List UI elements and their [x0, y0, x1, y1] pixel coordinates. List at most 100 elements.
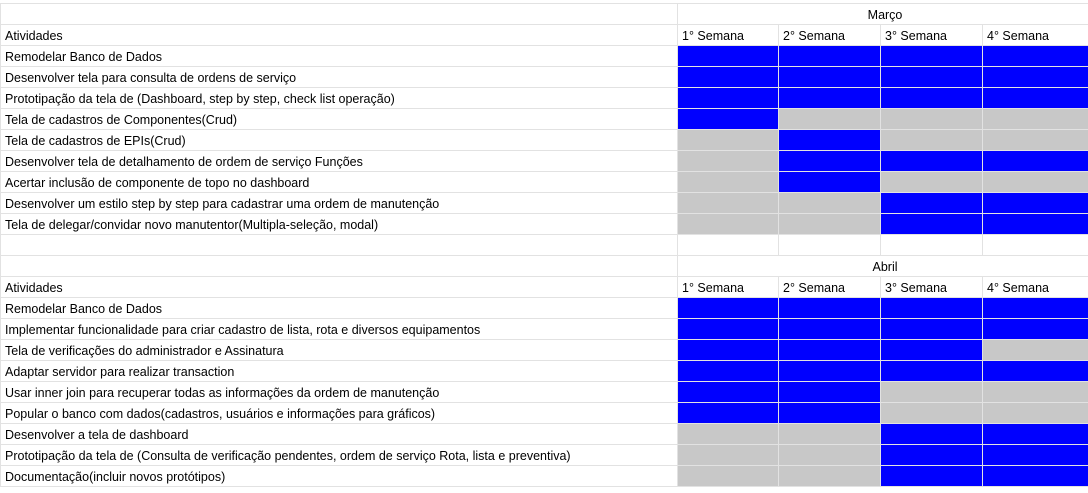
week-2-cell[interactable] — [779, 214, 881, 235]
week-3-cell[interactable] — [881, 130, 983, 151]
week-1-cell[interactable] — [678, 424, 779, 445]
week-4-cell[interactable] — [983, 340, 1088, 361]
week-3-cell[interactable] — [881, 319, 983, 340]
task-name-cell[interactable]: Remodelar Banco de Dados — [1, 46, 678, 67]
week-4-cell[interactable] — [983, 151, 1088, 172]
week-3-cell[interactable] — [881, 466, 983, 487]
week-2-cell[interactable] — [779, 67, 881, 88]
month-title[interactable]: Março — [678, 4, 1088, 25]
header-week-2[interactable]: 2° Semana — [779, 277, 881, 298]
week-4-cell[interactable] — [983, 466, 1088, 487]
header-atividades[interactable]: Atividades — [1, 277, 678, 298]
week-1-cell[interactable] — [678, 445, 779, 466]
week-3-cell[interactable] — [881, 424, 983, 445]
week-3-cell[interactable] — [881, 67, 983, 88]
empty-cell[interactable] — [678, 235, 779, 256]
task-name-cell[interactable]: Acertar inclusão de componente de topo n… — [1, 172, 678, 193]
week-1-cell[interactable] — [678, 382, 779, 403]
task-name-cell[interactable]: Desenvolver um estilo step by step para … — [1, 193, 678, 214]
week-1-cell[interactable] — [678, 88, 779, 109]
week-2-cell[interactable] — [779, 319, 881, 340]
week-2-cell[interactable] — [779, 151, 881, 172]
task-name-cell[interactable]: Remodelar Banco de Dados — [1, 298, 678, 319]
week-1-cell[interactable] — [678, 67, 779, 88]
week-4-cell[interactable] — [983, 298, 1088, 319]
week-2-cell[interactable] — [779, 424, 881, 445]
task-name-cell[interactable]: Prototipação da tela de (Dashboard, step… — [1, 88, 678, 109]
week-2-cell[interactable] — [779, 340, 881, 361]
week-2-cell[interactable] — [779, 445, 881, 466]
task-name-cell[interactable]: Tela de cadastros de Componentes(Crud) — [1, 109, 678, 130]
task-name-cell[interactable]: Documentação(incluir novos protótipos) — [1, 466, 678, 487]
week-1-cell[interactable] — [678, 403, 779, 424]
week-2-cell[interactable] — [779, 298, 881, 319]
week-4-cell[interactable] — [983, 88, 1088, 109]
week-4-cell[interactable] — [983, 46, 1088, 67]
week-2-cell[interactable] — [779, 382, 881, 403]
header-week-1[interactable]: 1° Semana — [678, 277, 779, 298]
week-3-cell[interactable] — [881, 109, 983, 130]
week-1-cell[interactable] — [678, 130, 779, 151]
week-3-cell[interactable] — [881, 88, 983, 109]
task-name-cell[interactable]: Popular o banco com dados(cadastros, usu… — [1, 403, 678, 424]
week-1-cell[interactable] — [678, 319, 779, 340]
week-3-cell[interactable] — [881, 214, 983, 235]
week-3-cell[interactable] — [881, 298, 983, 319]
week-3-cell[interactable] — [881, 46, 983, 67]
week-1-cell[interactable] — [678, 193, 779, 214]
week-2-cell[interactable] — [779, 361, 881, 382]
week-4-cell[interactable] — [983, 67, 1088, 88]
week-2-cell[interactable] — [779, 466, 881, 487]
week-2-cell[interactable] — [779, 88, 881, 109]
task-name-cell[interactable]: Desenvolver a tela de dashboard — [1, 424, 678, 445]
week-3-cell[interactable] — [881, 340, 983, 361]
task-name-cell[interactable]: Desenvolver tela para consulta de ordens… — [1, 67, 678, 88]
week-1-cell[interactable] — [678, 340, 779, 361]
task-name-cell[interactable]: Tela de cadastros de EPIs(Crud) — [1, 130, 678, 151]
week-3-cell[interactable] — [881, 403, 983, 424]
week-1-cell[interactable] — [678, 172, 779, 193]
empty-cell[interactable] — [881, 235, 983, 256]
week-3-cell[interactable] — [881, 172, 983, 193]
week-1-cell[interactable] — [678, 466, 779, 487]
task-name-cell[interactable]: Desenvolver tela de detalhamento de orde… — [1, 151, 678, 172]
empty-cell[interactable] — [1, 256, 678, 277]
week-1-cell[interactable] — [678, 151, 779, 172]
week-4-cell[interactable] — [983, 172, 1088, 193]
week-4-cell[interactable] — [983, 403, 1088, 424]
week-4-cell[interactable] — [983, 361, 1088, 382]
empty-cell[interactable] — [983, 235, 1088, 256]
header-week-4[interactable]: 4° Semana — [983, 277, 1088, 298]
week-3-cell[interactable] — [881, 382, 983, 403]
week-2-cell[interactable] — [779, 130, 881, 151]
week-2-cell[interactable] — [779, 46, 881, 67]
empty-cell[interactable] — [1, 235, 678, 256]
task-name-cell[interactable]: Usar inner join para recuperar todas as … — [1, 382, 678, 403]
task-name-cell[interactable]: Adaptar servidor para realizar transacti… — [1, 361, 678, 382]
week-3-cell[interactable] — [881, 361, 983, 382]
header-week-2[interactable]: 2° Semana — [779, 25, 881, 46]
empty-cell[interactable] — [1, 4, 678, 25]
week-1-cell[interactable] — [678, 46, 779, 67]
header-week-3[interactable]: 3° Semana — [881, 25, 983, 46]
task-name-cell[interactable]: Tela de verificações do administrador e … — [1, 340, 678, 361]
week-2-cell[interactable] — [779, 172, 881, 193]
week-4-cell[interactable] — [983, 109, 1088, 130]
week-3-cell[interactable] — [881, 445, 983, 466]
task-name-cell[interactable]: Tela de delegar/convidar novo manutentor… — [1, 214, 678, 235]
week-4-cell[interactable] — [983, 214, 1088, 235]
month-title[interactable]: Abril — [678, 256, 1088, 277]
week-4-cell[interactable] — [983, 319, 1088, 340]
header-week-4[interactable]: 4° Semana — [983, 25, 1088, 46]
week-4-cell[interactable] — [983, 445, 1088, 466]
week-3-cell[interactable] — [881, 193, 983, 214]
week-4-cell[interactable] — [983, 193, 1088, 214]
week-2-cell[interactable] — [779, 403, 881, 424]
week-1-cell[interactable] — [678, 109, 779, 130]
header-week-3[interactable]: 3° Semana — [881, 277, 983, 298]
header-week-1[interactable]: 1° Semana — [678, 25, 779, 46]
week-1-cell[interactable] — [678, 361, 779, 382]
empty-cell[interactable] — [779, 235, 881, 256]
week-1-cell[interactable] — [678, 214, 779, 235]
header-atividades[interactable]: Atividades — [1, 25, 678, 46]
